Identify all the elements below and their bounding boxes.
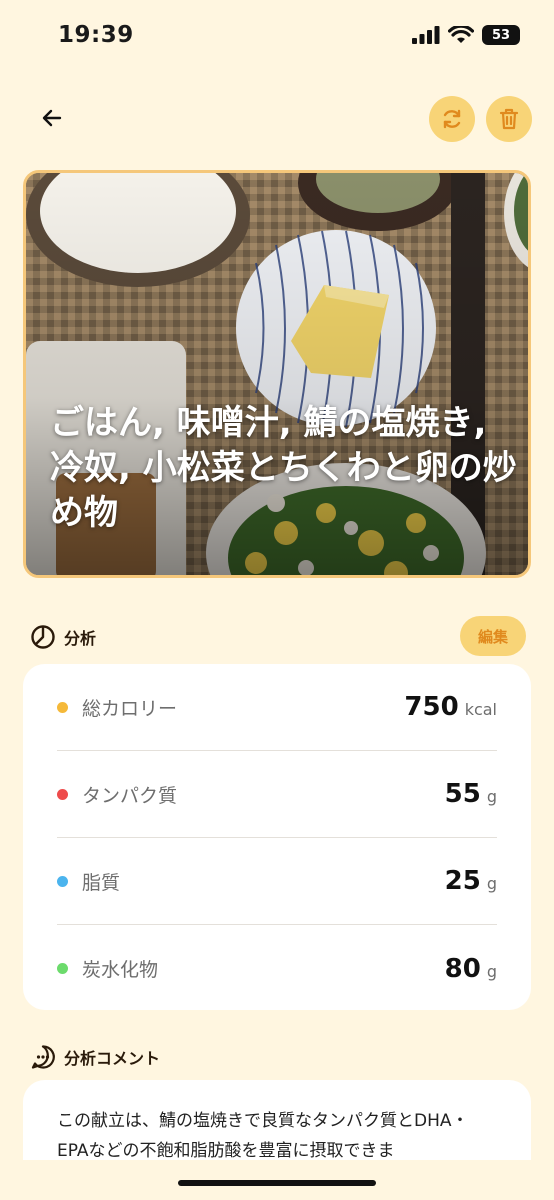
meal-title: ごはん, 味噌汁, 鯖の塩焼き, 冷奴, 小松菜とちくわと卵の炒め物 — [50, 403, 517, 533]
analysis-heading-label: 分析 — [64, 629, 97, 648]
status-time: 19:39 — [58, 22, 134, 48]
header — [0, 94, 554, 144]
nutrition-unit: g — [486, 961, 497, 981]
back-button[interactable] — [36, 102, 68, 134]
nutrition-unit: g — [486, 874, 497, 893]
fat-dot — [57, 875, 68, 887]
regenerate-button[interactable] — [429, 96, 475, 142]
trash-icon — [499, 108, 519, 130]
analysis-heading: 分析 — [30, 624, 96, 650]
home-indicator[interactable] — [178, 1180, 376, 1186]
nutrition-value: 750 — [404, 692, 459, 722]
nutrition-value: 80 — [444, 953, 481, 984]
signal-icon — [412, 26, 440, 44]
meal-photo-card[interactable]: ごはん, 味噌汁, 鯖の塩焼き, 冷奴, 小松菜とちくわと卵の炒め物 — [23, 170, 531, 578]
wifi-icon — [448, 25, 474, 43]
protein-dot — [57, 788, 68, 800]
edit-button[interactable]: 編集 — [460, 616, 526, 656]
comment-text: この献立は、鯖の塩焼きで良質なタンパク質とDHA・EPAなどの不飽和脂肪酸を豊富… — [57, 1111, 469, 1160]
pie-chart-icon — [31, 625, 55, 649]
nutrition-label: 炭水化物 — [82, 959, 159, 981]
nutrition-row-carbs: 炭水化物 80 g — [57, 925, 497, 1012]
chat-bubble-icon — [31, 1045, 55, 1069]
status-bar: 19:39 53 — [0, 0, 554, 70]
nutrition-row-calories: 総カロリー 750 kcal — [57, 664, 497, 751]
nutrition-row-protein: タンパク質 55 g — [57, 751, 497, 838]
nutrition-row-fat: 脂質 25 g — [57, 838, 497, 925]
comment-heading-label: 分析コメント — [64, 1049, 161, 1068]
nutrition-unit: g — [486, 787, 497, 806]
comment-heading: 分析コメント — [30, 1044, 160, 1070]
delete-button[interactable] — [486, 96, 532, 142]
calories-dot — [57, 701, 68, 713]
arrow-left-icon — [42, 109, 62, 127]
nutrition-label: 脂質 — [82, 871, 121, 894]
nutrition-value: 55 — [444, 779, 481, 809]
comment-card: この献立は、鯖の塩焼きで良質なタンパク質とDHA・EPAなどの不飽和脂肪酸を豊富… — [23, 1080, 531, 1160]
nutrition-label: タンパク質 — [82, 784, 178, 807]
nutrition-value: 25 — [444, 866, 481, 896]
nutrition-card: 総カロリー 750 kcal タンパク質 55 g 脂質 25 g 炭水化物 80 g — [23, 664, 531, 1010]
refresh-icon — [443, 109, 461, 129]
nutrition-unit: kcal — [464, 700, 497, 719]
nutrition-label: 総カロリー — [82, 697, 178, 720]
status-icons: 53 — [412, 25, 520, 45]
carbs-dot — [57, 963, 68, 974]
battery-indicator: 53 — [482, 25, 520, 45]
